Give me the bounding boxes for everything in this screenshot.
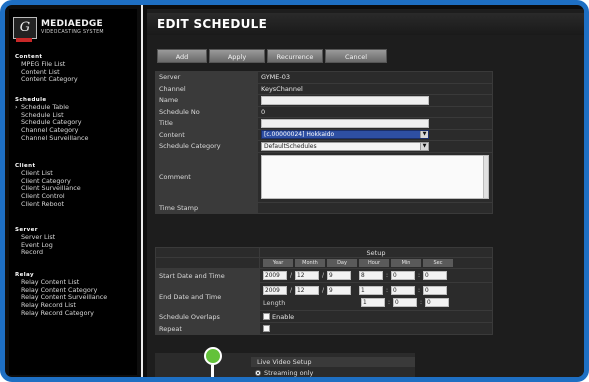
start-month-input[interactable]: 12 bbox=[295, 271, 319, 280]
main-panel: EDIT SCHEDULE Add Apply Recurrence Cance… bbox=[147, 9, 584, 377]
server-value: GYME-03 bbox=[257, 71, 493, 84]
length-row: Length 1: 0: 0 bbox=[263, 297, 489, 309]
start-datetime-label: Start Date and Time bbox=[155, 268, 260, 283]
channel-value: KeysChannel bbox=[257, 82, 493, 95]
unit-header-row: Year Month Day Hour Min Sec bbox=[263, 259, 489, 267]
setup-table: Setup Year Month Day Hour Min Sec Start … bbox=[155, 247, 493, 335]
nav-section-client: Client Client List Client Category Clien… bbox=[15, 162, 139, 208]
end-year-input[interactable]: 2009 bbox=[263, 286, 287, 295]
brand-subtitle: VIDEOCASTING SYSTEM bbox=[41, 30, 104, 35]
sidebar-divider bbox=[141, 5, 143, 377]
unit-sec: Sec bbox=[423, 259, 453, 267]
timestamp-value bbox=[257, 201, 493, 214]
start-min-input[interactable]: 0 bbox=[391, 271, 415, 280]
schedule-category-label: Schedule Category bbox=[155, 140, 258, 153]
title-field[interactable] bbox=[261, 118, 429, 128]
setup-heading: Setup bbox=[259, 247, 493, 258]
schedule-overlaps-label: Schedule Overlaps bbox=[155, 310, 260, 323]
nav-section-relay: Relay Relay Content List Relay Content C… bbox=[15, 271, 139, 317]
start-hour-input[interactable]: 8 bbox=[359, 271, 383, 280]
enable-overlaps-checkbox[interactable] bbox=[263, 313, 270, 320]
brand-logo: G MEDIAEDGE VIDEOCASTING SYSTEM bbox=[13, 17, 131, 43]
live-video-setup: Live Video Setup Streaming only bbox=[155, 353, 415, 377]
radio-selected-icon[interactable] bbox=[255, 370, 261, 376]
streaming-only-label: Streaming only bbox=[264, 369, 314, 377]
unit-min: Min bbox=[391, 259, 421, 267]
cancel-button[interactable]: Cancel bbox=[325, 49, 387, 63]
schedule-category-select[interactable]: DefaultSchedules ▼ bbox=[261, 141, 429, 151]
nav-section-content: Content MPEG File List Content List Cont… bbox=[15, 53, 139, 84]
end-hour-input[interactable]: 1 bbox=[359, 286, 383, 295]
live-video-heading: Live Video Setup bbox=[251, 357, 415, 367]
apply-button[interactable]: Apply bbox=[209, 49, 265, 63]
length-label: Length bbox=[263, 298, 286, 307]
content-label: Content bbox=[155, 128, 258, 141]
length-hour-input[interactable]: 1 bbox=[361, 298, 385, 307]
end-sec-input[interactable]: 0 bbox=[423, 286, 447, 295]
streaming-only-option[interactable]: Streaming only bbox=[255, 369, 313, 377]
nav-item-content-category[interactable]: Content Category bbox=[15, 76, 139, 84]
repeat-checkbox[interactable] bbox=[263, 325, 270, 332]
add-button[interactable]: Add bbox=[157, 49, 207, 63]
start-year-input[interactable]: 2009 bbox=[263, 271, 287, 280]
schedule-no-label: Schedule No bbox=[155, 105, 258, 118]
name-field[interactable] bbox=[261, 95, 429, 105]
annotation-marker bbox=[204, 347, 222, 365]
unit-month: Month bbox=[295, 259, 325, 267]
nav-section-schedule: Schedule Schedule Table Schedule List Sc… bbox=[15, 96, 139, 142]
name-label: Name bbox=[155, 94, 258, 107]
page-title: EDIT SCHEDULE bbox=[157, 17, 268, 31]
nav-item-client-reboot[interactable]: Client Reboot bbox=[15, 200, 139, 209]
recurrence-button[interactable]: Recurrence bbox=[267, 49, 323, 63]
brand-mark-icon: G bbox=[13, 17, 37, 42]
repeat-label: Repeat bbox=[155, 322, 260, 335]
scrollbar[interactable] bbox=[483, 156, 488, 198]
brand-name: MEDIAEDGE bbox=[41, 19, 103, 29]
nav-item-record[interactable]: Record bbox=[15, 249, 139, 257]
nav-section-server: Server Server List Event Log Record bbox=[15, 226, 139, 257]
channel-label: Channel bbox=[155, 82, 258, 95]
timestamp-label: Time Stamp bbox=[155, 201, 258, 214]
end-datetime-label: End Date and Time bbox=[155, 282, 260, 311]
comment-label: Comment bbox=[155, 151, 258, 203]
server-label: Server bbox=[155, 71, 258, 84]
unit-day: Day bbox=[327, 259, 357, 267]
schedule-form: Server GYME-03 Channel KeysChannel Name … bbox=[155, 71, 493, 214]
start-datetime: 2009/ 12/ 9 8: 0: 0 bbox=[263, 270, 489, 282]
length-sec-input[interactable]: 0 bbox=[425, 298, 449, 307]
sidebar: G MEDIAEDGE VIDEOCASTING SYSTEM Content … bbox=[9, 9, 137, 375]
start-sec-input[interactable]: 0 bbox=[423, 271, 447, 280]
enable-overlaps-label: Enable bbox=[272, 312, 295, 321]
chevron-down-icon: ▼ bbox=[420, 131, 428, 139]
end-month-input[interactable]: 12 bbox=[295, 286, 319, 295]
unit-hour: Hour bbox=[359, 259, 389, 267]
content-select[interactable]: [c.00000024] Hokkaido ▼ bbox=[261, 130, 429, 140]
start-day-input[interactable]: 9 bbox=[327, 271, 351, 280]
annotation-marker-stem bbox=[211, 365, 214, 377]
app-frame: G MEDIAEDGE VIDEOCASTING SYSTEM Content … bbox=[0, 0, 589, 382]
nav-item-relay-record-category[interactable]: Relay Record Category bbox=[15, 309, 139, 318]
title-label: Title bbox=[155, 117, 258, 130]
chevron-down-icon: ▼ bbox=[420, 142, 428, 150]
nav-item-channel-surveillance[interactable]: Channel Surveillance bbox=[15, 134, 139, 143]
schedule-no-value: 0 bbox=[257, 105, 493, 118]
comment-textarea[interactable] bbox=[261, 155, 489, 199]
unit-year: Year bbox=[263, 259, 293, 267]
length-min-input[interactable]: 0 bbox=[393, 298, 417, 307]
end-min-input[interactable]: 0 bbox=[391, 286, 415, 295]
end-datetime: 2009/ 12/ 9 1: 0: 0 bbox=[263, 285, 489, 297]
end-day-input[interactable]: 9 bbox=[327, 286, 351, 295]
